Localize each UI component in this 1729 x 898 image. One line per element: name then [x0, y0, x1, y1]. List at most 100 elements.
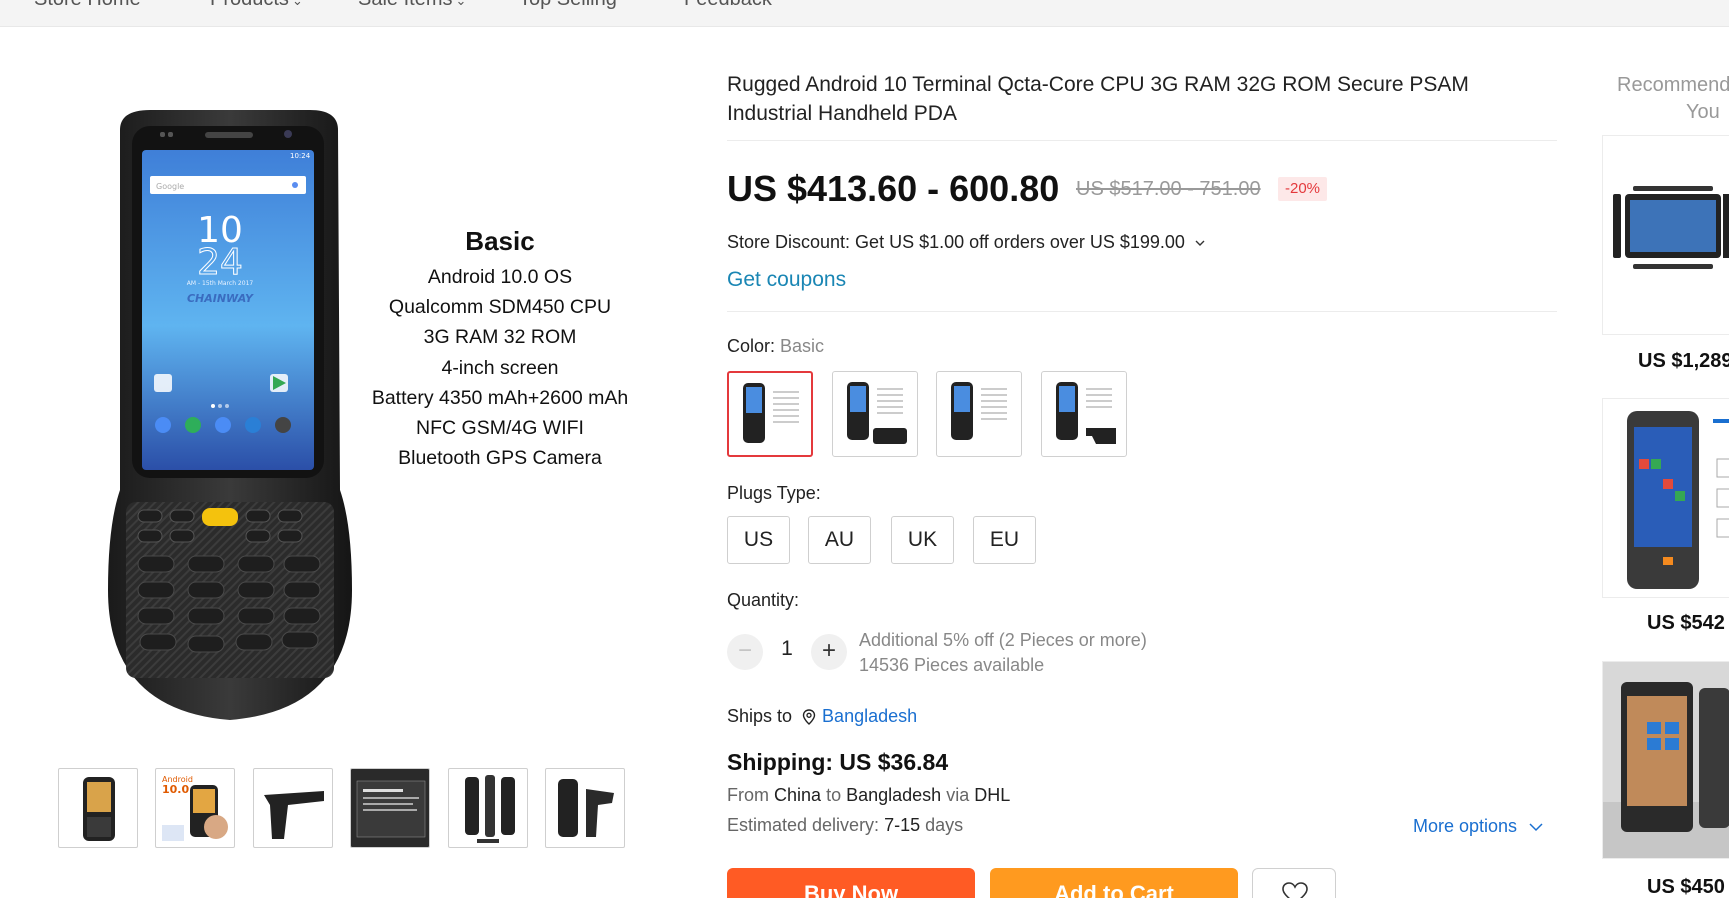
shipping-cost: Shipping: US $36.84 [727, 749, 949, 775]
chevron-down-icon [1529, 823, 1543, 832]
swatch-image [951, 382, 1007, 440]
phone-date: AM - 15th March 2017 [187, 280, 254, 287]
nav-sale-items[interactable]: Sale Items⌄ [358, 0, 466, 11]
plug-option-uk[interactable]: UK [891, 516, 954, 564]
store-discount[interactable]: Store Discount: Get US $1.00 off orders … [727, 232, 1206, 253]
thumbnail-3[interactable] [253, 768, 333, 848]
selected-color-value: Basic [780, 336, 825, 356]
delivery-days: 7-15 [884, 815, 921, 835]
quantity-increase-button[interactable]: + [811, 634, 847, 670]
recommended-item-1[interactable] [1602, 135, 1729, 335]
buy-now-button[interactable]: Buy Now [727, 868, 975, 898]
thumb-box-image [351, 769, 429, 847]
color-swatch-4[interactable] [1041, 371, 1127, 457]
discount-badge: -20% [1278, 177, 1328, 201]
wishlist-button[interactable] [1252, 868, 1336, 898]
rec-item-1-price: US $1,289 [1638, 350, 1729, 372]
ships-to: Ships to Bangladesh [727, 706, 917, 727]
nav-products[interactable]: Products⌄ [210, 0, 303, 11]
plugs-type-label: Plugs Type: [727, 483, 821, 503]
quantity-input[interactable]: 1 [775, 637, 799, 661]
thumbnail-4[interactable] [350, 768, 430, 848]
thumb-grip-attached-image [558, 779, 614, 837]
original-price: US $517.00 - 751.00 [1076, 178, 1261, 200]
stock-available: 14536 Pieces available [859, 655, 1045, 675]
divider [727, 140, 1557, 141]
plug-option-us[interactable]: US [727, 516, 790, 564]
chevron-down-icon: ⌄ [291, 0, 303, 8]
rec-item-2-price: US $542 [1647, 612, 1725, 634]
color-label-text: Color: [727, 336, 776, 356]
rec-title-line1: Recommend [1617, 74, 1729, 96]
bulk-discount-note: Additional 5% off (2 Pieces or more) [859, 630, 1147, 650]
recommended-item-2[interactable] [1602, 398, 1729, 598]
more-shipping-options-link[interactable]: More options [1413, 816, 1544, 837]
thumb-sides-image [465, 775, 515, 843]
product-title: Rugged Android 10 Terminal Qcta-Core CPU… [727, 73, 1469, 125]
image-spec-line: Bluetooth GPS Camera [398, 447, 602, 469]
price-range: US $413.60 - 600.80 [727, 168, 1060, 209]
image-spec-line: Android 10.0 OS [428, 266, 572, 288]
nav-sale-items-label: Sale Items [358, 0, 452, 10]
nav-feedback[interactable]: Feedback [684, 0, 772, 11]
to-word: to [826, 785, 842, 805]
thumb-grip-image [264, 791, 324, 839]
ships-to-label: Ships to [727, 706, 793, 726]
recommended-for-you-heading: Recommend You [1617, 72, 1729, 126]
rec-item-image [1603, 662, 1729, 858]
image-spec-line: NFC GSM/4G WIFI [416, 417, 584, 439]
color-swatch-1[interactable] [727, 371, 813, 457]
nav-products-label: Products [210, 0, 289, 10]
phone-clock-minutes: 24 [197, 242, 243, 283]
phone-search-placeholder: Google [156, 182, 184, 191]
image-spec-line: Battery 4350 mAh+2600 mAh [372, 387, 628, 409]
color-label: Color: Basic [727, 336, 824, 357]
nav-store-home[interactable]: Store Home [34, 0, 141, 11]
chevron-down-icon: ⌄ [455, 0, 467, 8]
image-spec-line: Qualcomm SDM450 CPU [389, 296, 611, 318]
store-discount-text: Store Discount: Get US $1.00 off orders … [727, 232, 1185, 252]
color-swatch-2[interactable] [832, 371, 918, 457]
chevron-down-icon [1195, 240, 1205, 246]
ships-to-country-selector[interactable]: Bangladesh [822, 706, 917, 727]
color-swatch-3[interactable] [936, 371, 1022, 457]
thumb-promo-image: Android 10.0 [162, 775, 228, 841]
from-word: From [727, 785, 769, 805]
thumbnail-5[interactable] [448, 768, 528, 848]
carrier: DHL [974, 785, 1011, 805]
store-nav-bar: Store Home Products⌄ Sale Items⌄ Top Sel… [0, 0, 1729, 27]
add-to-cart-button[interactable]: Add to Cart [990, 868, 1238, 898]
thumbnail-6[interactable] [545, 768, 625, 848]
thumbnail-1[interactable] [58, 768, 138, 848]
image-spec-line: 3G RAM 32 ROM [424, 326, 577, 348]
image-spec-heading: Basic [465, 226, 534, 256]
divider [727, 311, 1557, 312]
get-coupons-link[interactable]: Get coupons [727, 268, 846, 292]
nav-top-selling[interactable]: Top Selling [519, 0, 617, 11]
delivery-prefix: Estimated delivery: [727, 815, 880, 835]
plug-option-au[interactable]: AU [808, 516, 871, 564]
shipping-route: From China to Bangladesh via DHL [727, 785, 1010, 806]
rec-item-3-price: US $450 [1647, 876, 1725, 898]
rec-item-image [1627, 411, 1729, 589]
thumb-device-image [83, 777, 115, 841]
rec-item-image [1613, 186, 1729, 269]
via-word: via [946, 785, 970, 805]
from-country: China [774, 785, 822, 805]
image-spec-line: 4-inch screen [441, 357, 558, 379]
plug-option-eu[interactable]: EU [973, 516, 1036, 564]
swatch-image [743, 383, 799, 443]
quantity-info: Additional 5% off (2 Pieces or more) 145… [859, 628, 1147, 678]
swatch-image [1056, 382, 1116, 444]
quantity-decrease-button[interactable]: − [727, 634, 763, 670]
swatch-image [847, 382, 907, 444]
more-options-label: More options [1413, 816, 1518, 836]
location-pin-icon [802, 708, 816, 725]
to-country: Bangladesh [846, 785, 942, 805]
phone-brand-watermark: CHAINWAY [187, 292, 254, 305]
main-product-image[interactable]: 10:24 Google 10 24 AM - 15th March 2017 … [60, 70, 680, 740]
recommended-item-3[interactable] [1602, 661, 1729, 859]
quantity-label: Quantity: [727, 590, 800, 610]
thumbnail-2[interactable]: Android 10.0 [155, 768, 235, 848]
heart-icon [1282, 882, 1308, 898]
